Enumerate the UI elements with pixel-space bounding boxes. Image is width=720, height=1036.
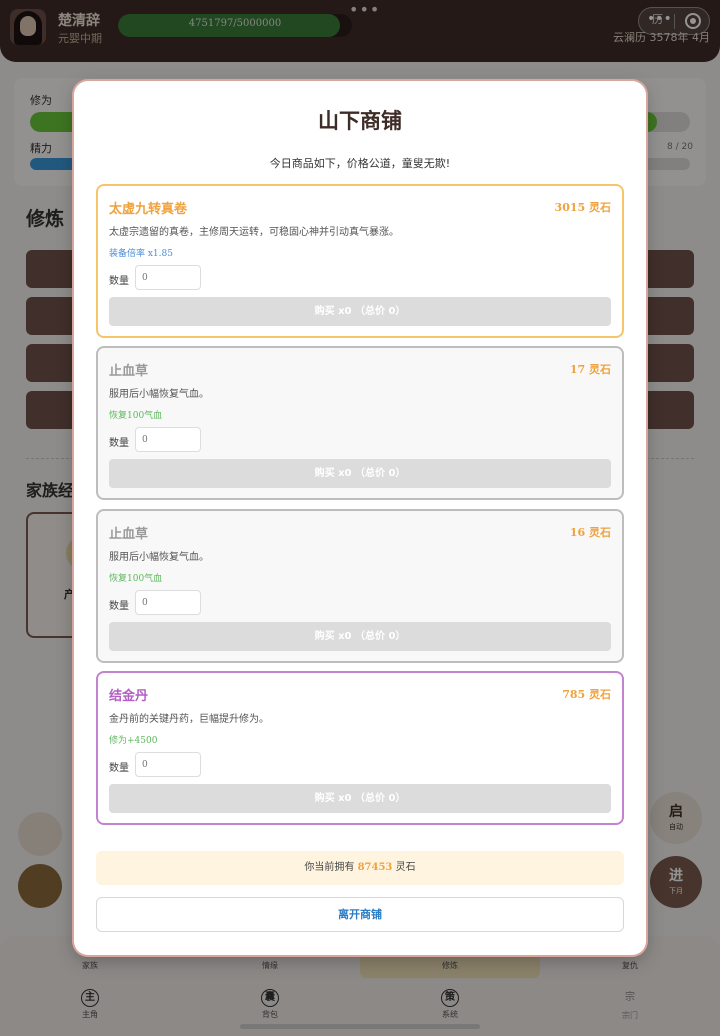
balance-prefix: 你当前拥有: [304, 862, 355, 873]
item-effect: 修为+4500: [109, 736, 158, 746]
item-description: 服用后小幅恢复气血。: [109, 389, 209, 400]
quantity-input[interactable]: [135, 590, 201, 615]
leave-shop-button[interactable]: 离开商铺: [96, 897, 624, 932]
shop-item: 太虚九转真卷 3015 灵石 太虚宗遗留的真卷，主修周天运转，可稳固心神并引动真…: [96, 184, 624, 338]
item-price: 17 灵石: [569, 363, 611, 376]
item-description: 金丹前的关键丹药，巨幅提升修为。: [109, 714, 269, 725]
item-name: 太虚九转真卷: [109, 202, 188, 217]
quantity-label: 数量: [109, 438, 129, 449]
balance-suffix: 灵石: [395, 862, 416, 873]
shop-modal: 山下商铺 今日商品如下，价格公道，童叟无欺! 太虚九转真卷 3015 灵石 太虚…: [74, 81, 646, 955]
balance-amount: 87453: [357, 862, 393, 873]
quantity-input[interactable]: [135, 265, 201, 290]
shop-item: 结金丹 785 灵石 金丹前的关键丹药，巨幅提升修为。 修为+4500 数量 购…: [96, 671, 624, 825]
quantity-label: 数量: [109, 601, 129, 612]
quantity-input[interactable]: [135, 752, 201, 777]
buy-button[interactable]: 购买 x0 （总价 0）: [109, 622, 611, 651]
item-description: 服用后小幅恢复气血。: [109, 552, 209, 563]
item-name: 结金丹: [109, 689, 149, 704]
item-effect: 恢复100气血: [109, 411, 163, 421]
item-name: 止血草: [109, 364, 149, 379]
shop-item: 止血草 17 灵石 服用后小幅恢复气血。 恢复100气血 数量 购买 x0 （总…: [96, 346, 624, 500]
item-effect: 恢复100气血: [109, 574, 163, 584]
shop-title: 山下商铺: [318, 109, 402, 133]
buy-button[interactable]: 购买 x0 （总价 0）: [109, 784, 611, 813]
buy-button[interactable]: 购买 x0 （总价 0）: [109, 297, 611, 326]
item-name: 止血草: [109, 527, 149, 542]
item-description: 太虚宗遗留的真卷，主修周天运转，可稳固心神并引动真气暴涨。: [109, 227, 399, 238]
quantity-label: 数量: [109, 276, 129, 287]
shop-subtitle: 今日商品如下，价格公道，童叟无欺!: [269, 157, 451, 170]
balance-display: 你当前拥有 87453 灵石: [96, 851, 624, 885]
item-price: 3015 灵石: [554, 201, 611, 214]
item-effect: 装备倍率 x1.85: [109, 249, 173, 259]
shop-item: 止血草 16 灵石 服用后小幅恢复气血。 恢复100气血 数量 购买 x0 （总…: [96, 509, 624, 663]
buy-button[interactable]: 购买 x0 （总价 0）: [109, 459, 611, 488]
item-price: 785 灵石: [562, 688, 611, 701]
quantity-input[interactable]: [135, 427, 201, 452]
quantity-label: 数量: [109, 763, 129, 774]
item-price: 16 灵石: [569, 526, 611, 539]
